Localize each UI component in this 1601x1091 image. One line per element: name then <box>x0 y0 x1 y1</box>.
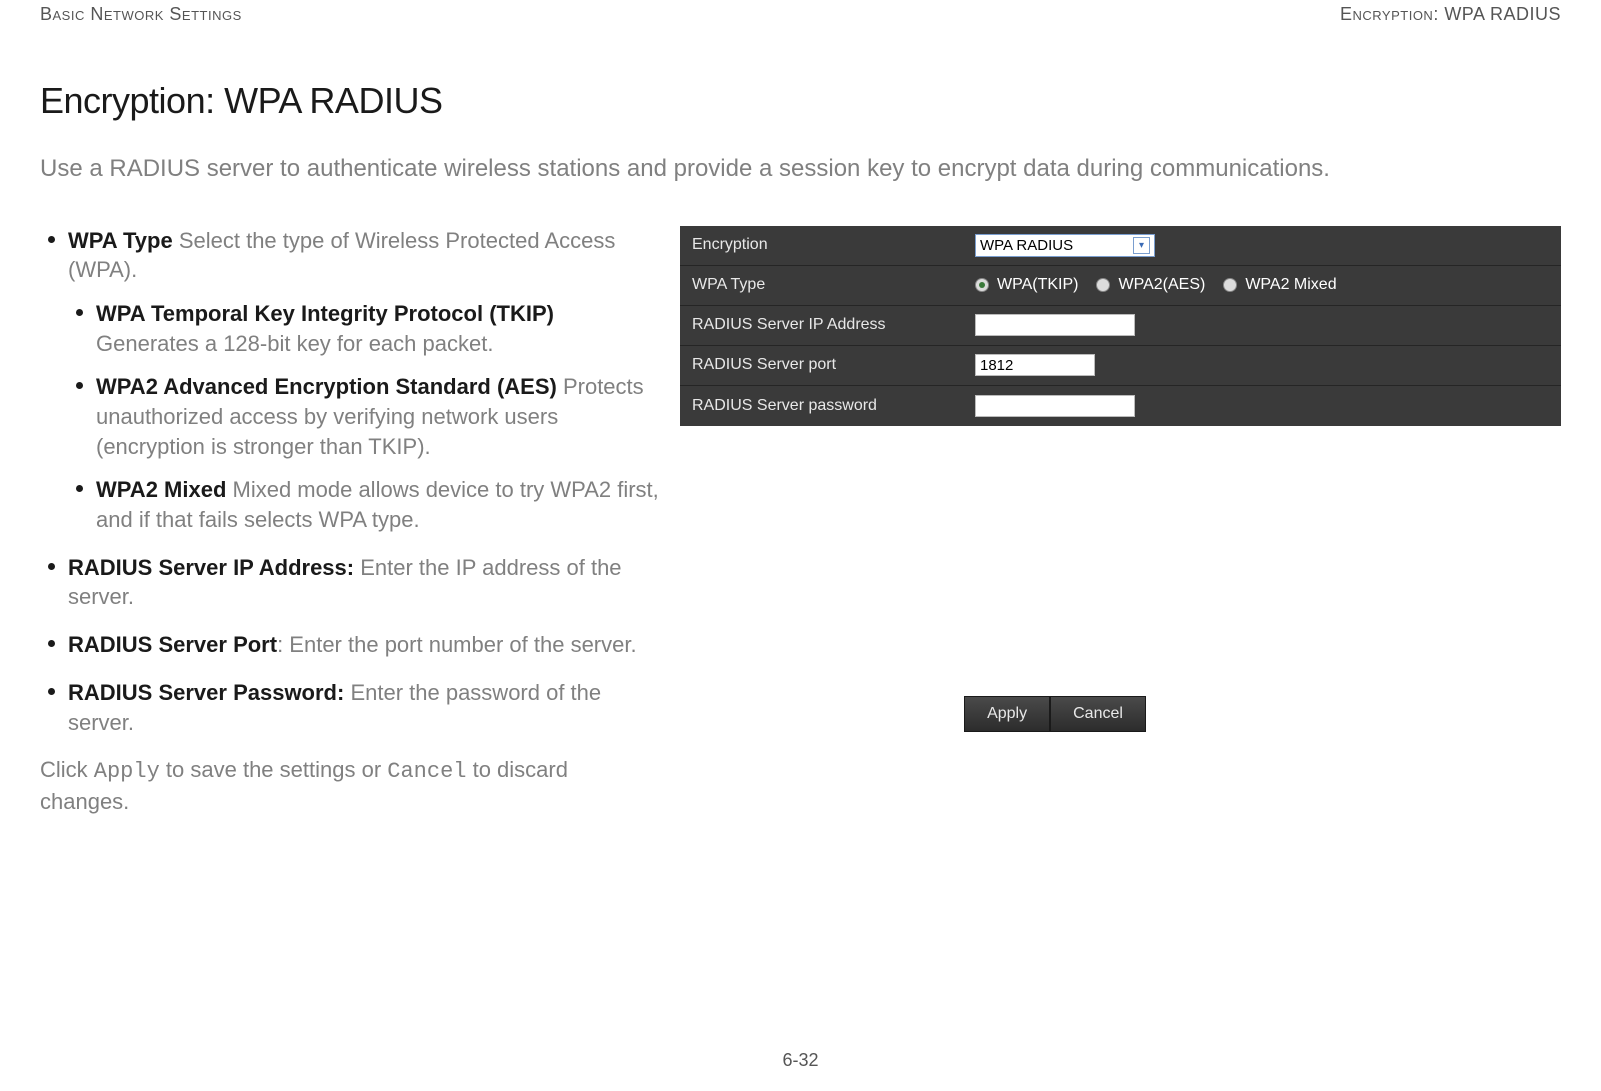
radio-icon <box>975 278 989 292</box>
radio-wpa2-aes-label: WPA2(AES) <box>1118 276 1205 294</box>
encryption-dropdown-value: WPA RADIUS <box>980 237 1073 254</box>
closing-mid: to save the settings or <box>160 757 387 782</box>
closing-apply: Apply <box>94 759 160 784</box>
bullet-aes: WPA2 Advanced Encryption Standard (AES) … <box>68 372 660 461</box>
bullet-tkip: WPA Temporal Key Integrity Protocol (TKI… <box>68 299 660 358</box>
intro-text: Use a RADIUS server to authenticate wire… <box>40 152 1561 186</box>
bullet-port: RADIUS Server Port: Enter the port numbe… <box>40 630 660 660</box>
radio-wpa-tkip-label: WPA(TKIP) <box>997 276 1078 294</box>
encryption-dropdown[interactable]: WPA RADIUS ▾ <box>975 234 1155 257</box>
term-aes: WPA2 Advanced Encryption Standard (AES) <box>96 374 557 399</box>
desc-tkip: Generates a 128-bit key for each packet. <box>96 331 493 356</box>
radio-wpa2-mixed-label: WPA2 Mixed <box>1245 276 1336 294</box>
closing-text: Click Apply to save the settings or Canc… <box>40 755 660 816</box>
term-tkip: WPA Temporal Key Integrity Protocol (TKI… <box>96 301 554 326</box>
term-mixed: WPA2 Mixed <box>96 477 226 502</box>
label-encryption: Encryption <box>680 228 965 262</box>
header-right: Encryption: WPA RADIUS <box>1340 4 1561 25</box>
radius-ip-input[interactable] <box>975 314 1135 336</box>
radio-wpa2-mixed[interactable]: WPA2 Mixed <box>1223 276 1336 294</box>
apply-button[interactable]: Apply <box>964 696 1050 732</box>
term-ip: RADIUS Server IP Address: <box>68 555 354 580</box>
chevron-down-icon: ▾ <box>1133 237 1150 254</box>
bullet-mixed: WPA2 Mixed Mixed mode allows device to t… <box>68 475 660 534</box>
radio-wpa2-aes[interactable]: WPA2(AES) <box>1096 276 1205 294</box>
label-radius-ip: RADIUS Server IP Address <box>680 308 965 342</box>
page-title: Encryption: WPA RADIUS <box>40 80 1561 122</box>
button-panel: Apply Cancel <box>940 696 1170 732</box>
desc-port: : Enter the port number of the server. <box>277 632 637 657</box>
radio-icon <box>1096 278 1110 292</box>
term-wpa-type: WPA Type <box>68 228 173 253</box>
settings-panel: Encryption WPA RADIUS ▾ WPA Type WPA(TKI… <box>680 226 1561 426</box>
term-pwd: RADIUS Server Password: <box>68 680 344 705</box>
closing-pre: Click <box>40 757 94 782</box>
radio-icon <box>1223 278 1237 292</box>
header-left: Basic Network Settings <box>40 4 242 25</box>
bullet-ip: RADIUS Server IP Address: Enter the IP a… <box>40 553 660 612</box>
label-wpa-type: WPA Type <box>680 268 965 302</box>
bullet-pwd: RADIUS Server Password: Enter the passwo… <box>40 678 660 737</box>
label-radius-port: RADIUS Server port <box>680 348 965 382</box>
closing-cancel: Cancel <box>387 759 466 784</box>
cancel-button[interactable]: Cancel <box>1050 696 1146 732</box>
term-port: RADIUS Server Port <box>68 632 277 657</box>
radius-port-input[interactable] <box>975 354 1095 376</box>
page-number: 6-32 <box>0 1050 1601 1071</box>
bullet-wpa-type: WPA Type Select the type of Wireless Pro… <box>40 226 660 535</box>
label-radius-password: RADIUS Server password <box>680 389 965 423</box>
radius-password-input[interactable] <box>975 395 1135 417</box>
radio-wpa-tkip[interactable]: WPA(TKIP) <box>975 276 1078 294</box>
